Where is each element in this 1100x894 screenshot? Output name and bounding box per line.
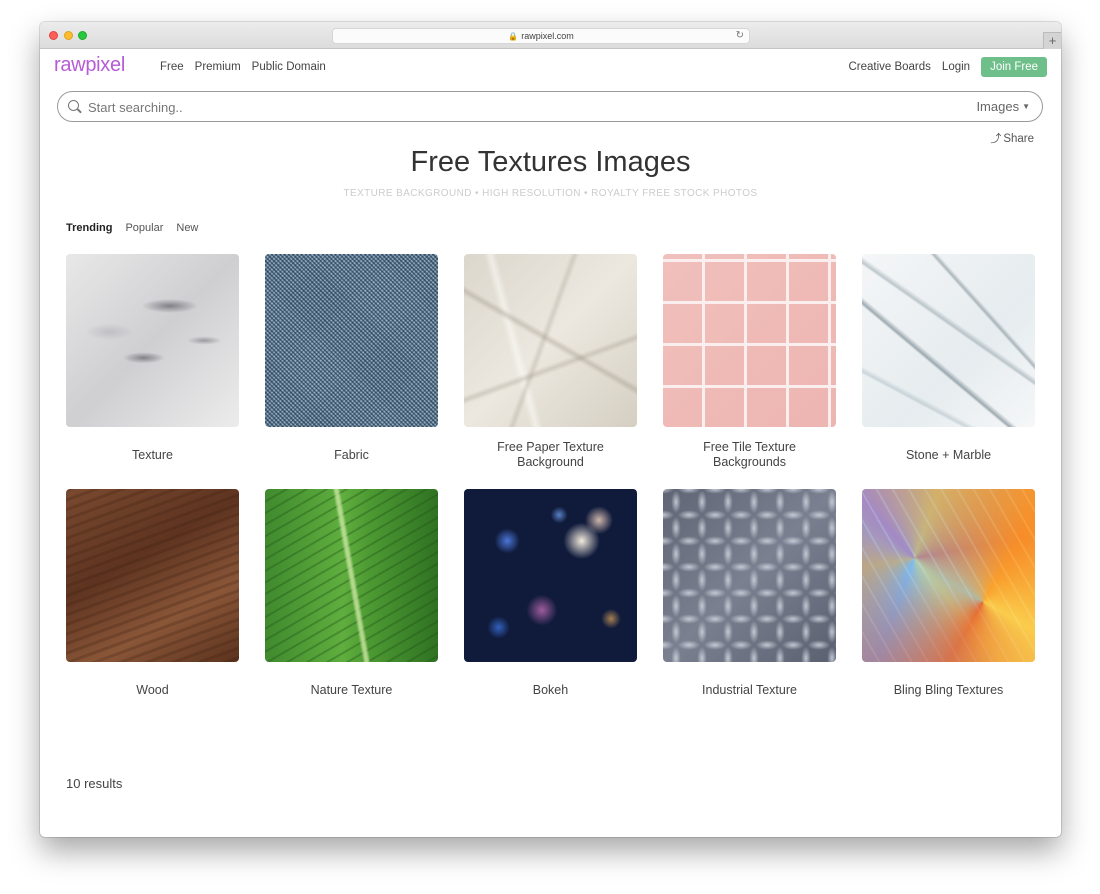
nav-premium[interactable]: Premium bbox=[195, 61, 241, 73]
wood-thumbnail[interactable] bbox=[66, 489, 239, 662]
industrial-thumbnail[interactable] bbox=[663, 489, 836, 662]
search-input[interactable] bbox=[88, 98, 788, 116]
caret-down-icon: ▼ bbox=[1022, 102, 1030, 111]
card-label[interactable]: Free Paper Texture Background bbox=[464, 440, 637, 470]
search-icon[interactable] bbox=[68, 100, 79, 111]
reload-icon[interactable]: ↻ bbox=[736, 29, 744, 43]
share-icon: ⤴ bbox=[990, 133, 1002, 145]
join-free-button[interactable]: Join Free bbox=[981, 57, 1047, 77]
tab-popular[interactable]: Popular bbox=[125, 222, 163, 234]
nav-creative-boards[interactable]: Creative Boards bbox=[848, 61, 930, 73]
bling-thumbnail[interactable] bbox=[862, 489, 1035, 662]
browser-window: 🔒 rawpixel.com ↻ + rawpixel Free Premium … bbox=[40, 22, 1061, 837]
rawpixel-logo[interactable]: rawpixel bbox=[54, 54, 125, 77]
page-subtitle: TEXTURE BACKGROUND • HIGH RESOLUTION • R… bbox=[343, 188, 758, 199]
leaf-thumbnail[interactable] bbox=[265, 489, 438, 662]
tile-thumbnail[interactable] bbox=[663, 254, 836, 427]
page-title: Free Textures Images bbox=[410, 146, 691, 178]
results-count: 10 results bbox=[66, 776, 123, 791]
collection-card[interactable]: Texture bbox=[66, 254, 239, 463]
tab-trending[interactable]: Trending bbox=[66, 222, 112, 234]
primary-nav: Free Premium Public Domain bbox=[160, 61, 326, 73]
card-label[interactable]: Free Tile Texture Backgrounds bbox=[663, 440, 836, 470]
account-nav: Creative Boards Login Join Free bbox=[848, 57, 1047, 77]
bokeh-thumbnail[interactable] bbox=[464, 489, 637, 662]
card-label[interactable]: Stone + Marble bbox=[862, 448, 1035, 463]
card-label[interactable]: Wood bbox=[66, 683, 239, 698]
collection-card[interactable]: Fabric bbox=[265, 254, 438, 463]
address-text: rawpixel.com bbox=[521, 31, 574, 41]
card-label[interactable]: Nature Texture bbox=[265, 683, 438, 698]
nav-public-domain[interactable]: Public Domain bbox=[252, 61, 326, 73]
collection-card[interactable]: Nature Texture bbox=[265, 489, 438, 698]
tab-new[interactable]: New bbox=[176, 222, 198, 234]
paper-thumbnail[interactable] bbox=[464, 254, 637, 427]
collection-card[interactable]: Wood bbox=[66, 489, 239, 698]
zoom-window-button[interactable] bbox=[78, 31, 87, 40]
card-label[interactable]: Fabric bbox=[265, 448, 438, 463]
marble-thumbnail[interactable] bbox=[862, 254, 1035, 427]
card-label[interactable]: Texture bbox=[66, 448, 239, 463]
collection-card[interactable]: Industrial Texture bbox=[663, 489, 836, 698]
lock-icon: 🔒 bbox=[508, 32, 519, 41]
bling-overlay bbox=[862, 489, 1035, 662]
collection-card[interactable]: Bling Bling Textures bbox=[862, 489, 1035, 698]
card-label[interactable]: Bling Bling Textures bbox=[862, 683, 1035, 698]
collection-card[interactable]: Bokeh bbox=[464, 489, 637, 698]
card-label[interactable]: Bokeh bbox=[464, 683, 637, 698]
search-bar: Images▼ bbox=[57, 91, 1043, 122]
page-content: rawpixel Free Premium Public Domain Crea… bbox=[40, 50, 1061, 837]
texture-thumbnail[interactable] bbox=[66, 254, 239, 427]
fabric-thumbnail[interactable] bbox=[265, 254, 438, 427]
address-bar[interactable]: 🔒 rawpixel.com ↻ bbox=[332, 28, 750, 44]
share-label: Share bbox=[1003, 133, 1034, 145]
nav-login[interactable]: Login bbox=[942, 61, 970, 73]
sort-tabs: Trending Popular New bbox=[66, 222, 198, 234]
new-tab-button[interactable]: + bbox=[1043, 32, 1061, 49]
close-window-button[interactable] bbox=[49, 31, 58, 40]
nav-free[interactable]: Free bbox=[160, 61, 184, 73]
search-type-dropdown[interactable]: Images ▼ bbox=[976, 99, 1030, 114]
collection-card[interactable]: Free Paper Texture Background bbox=[464, 254, 637, 470]
share-button[interactable]: ⤴ Share bbox=[990, 130, 1034, 146]
search-type-label: Images bbox=[976, 99, 1020, 114]
browser-titlebar: 🔒 rawpixel.com ↻ + bbox=[40, 22, 1061, 49]
collection-card[interactable]: Stone + Marble bbox=[862, 254, 1035, 463]
collection-card[interactable]: Free Tile Texture Backgrounds bbox=[663, 254, 836, 470]
card-label[interactable]: Industrial Texture bbox=[663, 683, 836, 698]
minimize-window-button[interactable] bbox=[64, 31, 73, 40]
